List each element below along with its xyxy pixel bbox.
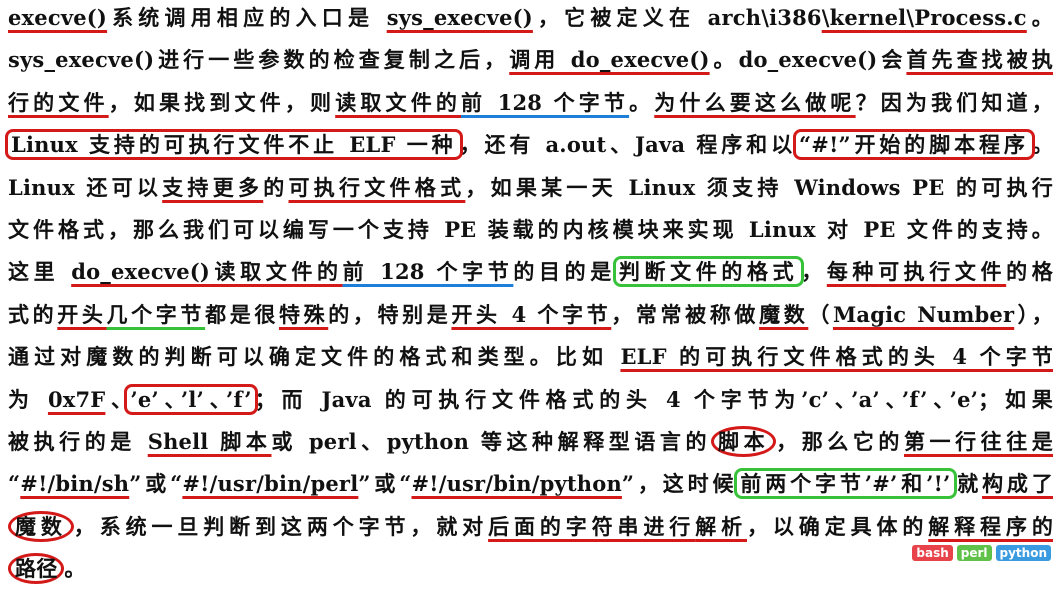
text-segment: ，如果找到文件，则 xyxy=(108,89,336,115)
annotated-text: 后面的字符串进行 xyxy=(488,513,696,539)
annotated-text: ELF 的可执行文件格式的头 4 个字节 xyxy=(620,344,1053,370)
text-segment: ，以确定具体的 xyxy=(747,513,929,539)
annotated-text: 魔数 xyxy=(759,301,809,327)
text-segment: ，系统一旦判断到这两个字节，就对 xyxy=(73,513,489,539)
annotated-text: 读取文件的 xyxy=(335,89,462,115)
text-segment: ”或“ xyxy=(358,471,412,497)
tag-bash: bash xyxy=(912,545,953,561)
text-line: Linux 支持的可执行文件不止 ELF 一种 ，还有 a.out、Java 程序… xyxy=(5,129,1054,161)
tag-list: bash perl python xyxy=(912,545,1051,561)
text-segment: 式的 xyxy=(8,301,58,327)
text-segment: 。 xyxy=(64,556,86,582)
text-line: Linux 还可以支持更多的可执行文件格式，如果某一天 Linux 须支持 Wi… xyxy=(8,172,1053,204)
text-segment: 。 xyxy=(629,89,655,115)
annotated-text: 调用 do_execve() xyxy=(509,47,710,73)
text-line: 行的文件，如果找到文件，则读取文件的前 128 个字节。为什么要这么做呢？因为我… xyxy=(8,87,1053,119)
text-segment: ？因为我们知道， xyxy=(855,89,1053,115)
text-segment: ）， xyxy=(1014,301,1053,327)
annotated-text: 开头 xyxy=(57,301,107,327)
annotated-text: execve() xyxy=(8,5,108,30)
text-segment: 的目的是 xyxy=(513,259,616,285)
text-segment: ；而 Java 的可执行文件格式的头 4 个字节为’c’、’a’、’f’、’e’… xyxy=(254,386,1053,412)
text-segment: 或 perl、python 等这种解释型语言的 xyxy=(271,429,712,454)
annotated-text: 几个字节 xyxy=(106,301,206,327)
text-segment: 通过对魔数的判断可以确定文件的格式和类型。比如 xyxy=(8,344,621,370)
text-segment: sys_execve()进行一些参数的检查复制之后， xyxy=(8,47,510,73)
text-segment: （ xyxy=(808,301,833,327)
text-segment: ，还有 a.out、Java 程序和以 xyxy=(459,132,796,158)
annotated-text: 可执行文件格式 xyxy=(288,174,466,200)
text-segment: 系统调用相应的入口是 xyxy=(107,5,387,30)
annotated-text: 为什么要这么做呢 xyxy=(654,89,856,115)
text-line: 这里 do_execve()读取文件的前 128 个字节的目的是 判断文件的格式，… xyxy=(8,256,1053,288)
annotated-text: 前 128 个字节 xyxy=(342,259,514,285)
annotated-text: 判断文件的格式 xyxy=(612,256,805,288)
annotated-text: 读取文件的 xyxy=(210,259,343,285)
annotated-text: #!/usr/bin/perl xyxy=(182,471,359,497)
text-segment: 文件格式，那么我们可以编写一个支持 PE 装载的内核模块来实现 Linux 对 … xyxy=(8,217,1053,242)
annotated-text: 前 128 个字节 xyxy=(461,89,630,115)
text-segment: 的格 xyxy=(1006,259,1053,285)
text-segment: 。 xyxy=(1026,5,1053,30)
text-segment: ”，这时候 xyxy=(621,471,738,497)
text-line: 文件格式，那么我们可以编写一个支持 PE 装载的内核模块来实现 Linux 对 … xyxy=(8,214,1053,246)
tag-python: python xyxy=(995,545,1051,561)
text-line: “#!/bin/sh”或“#!/usr/bin/perl”或“#!/usr/bi… xyxy=(8,468,1053,500)
annotated-text: 开头 4 个字节 xyxy=(451,301,612,327)
text-segment: Linux 还可以 xyxy=(8,174,163,200)
annotated-text: 行的文件 xyxy=(8,89,109,115)
text-segment: 就 xyxy=(953,471,983,497)
annotated-text: 前两个字节’#’和’!’ xyxy=(734,468,957,500)
text-segment: 。do_execve()会 xyxy=(709,47,907,73)
text-segment: 为 xyxy=(8,386,48,412)
document-page: execve()系统调用相应的入口是 sys_execve()，它被定义在 ar… xyxy=(0,0,1059,593)
text-segment: 。 xyxy=(1031,132,1054,158)
text-line: 式的开头几个字节都是很特殊的，特别是开头 4 个字节，常常被称做魔数（Magic… xyxy=(8,299,1053,331)
text-segment: 都是很 xyxy=(205,301,279,327)
text-segment: ，那么它的 xyxy=(776,429,904,454)
annotated-text: #!/usr/bin/python xyxy=(411,471,622,497)
text-segment: “ xyxy=(8,471,21,497)
text-segment: 的 xyxy=(263,174,289,200)
annotated-text: \kernel\Process.c xyxy=(821,5,1027,30)
annotated-text: 可执行文件 xyxy=(878,259,1007,285)
annotated-text: Shell 脚本 xyxy=(147,429,272,454)
text-segment: 的，特别是 xyxy=(328,301,452,327)
text-segment: ”或“ xyxy=(129,471,183,497)
text-segment: 被执行的是 xyxy=(8,429,148,454)
annotated-text: 脚本 xyxy=(711,426,777,457)
annotated-text: 解析 xyxy=(695,513,747,539)
annotated-text: “#!”开始的脚本程序 xyxy=(793,129,1035,161)
annotated-text: 支持更多 xyxy=(162,174,264,200)
text-segment: ，常常被称做 xyxy=(611,301,760,327)
text-segment: ，它被定义在 arch\i386 xyxy=(532,5,822,30)
text-line: 路径。 xyxy=(8,553,1053,585)
text-line: execve()系统调用相应的入口是 sys_execve()，它被定义在 ar… xyxy=(8,2,1053,34)
text-line: 通过对魔数的判断可以确定文件的格式和类型。比如 ELF 的可执行文件格式的头 4… xyxy=(8,341,1053,373)
annotated-text: 第一行往往是 xyxy=(903,429,1054,454)
annotated-text: 0x7F xyxy=(47,386,106,412)
annotated-text: 构成了 xyxy=(982,471,1054,497)
annotated-text: #!/bin/sh xyxy=(20,471,130,497)
annotated-text: 魔数 xyxy=(8,510,74,542)
annotated-text: 首先查找被执 xyxy=(906,47,1054,73)
text-segment: ， xyxy=(801,259,827,285)
text-line: 被执行的是 Shell 脚本或 perl、python 等这种解释型语言的 脚本，… xyxy=(8,426,1053,458)
text-segment: 这里 xyxy=(8,259,72,285)
annotated-text: Magic Number xyxy=(832,301,1015,327)
annotated-text: sys_execve() xyxy=(386,5,533,30)
annotated-text: ’e’、’l’、’f’ xyxy=(124,383,258,415)
annotated-text: Linux 支持的可执行文件不止 ELF 一种 xyxy=(5,129,463,161)
tag-perl: perl xyxy=(956,545,992,561)
text-segment: ，如果某一天 Linux 须支持 Windows PE 的可执行 xyxy=(465,174,1054,200)
annotated-text: 特殊 xyxy=(278,301,329,327)
text-line: 魔数 ，系统一旦判断到这两个字节，就对后面的字符串进行解析，以确定具体的解释程序的 xyxy=(8,510,1054,543)
annotated-text: do_execve() xyxy=(71,259,211,285)
annotated-text: 解释程序的 xyxy=(928,513,1054,539)
text-line: 为 0x7F、’e’、’l’、’f’ ；而 Java 的可执行文件格式的头 4 个… xyxy=(8,383,1053,416)
annotated-text: 路径 xyxy=(8,553,65,585)
text-segment: 、 xyxy=(105,386,128,412)
text-line: sys_execve()进行一些参数的检查复制之后，调用 do_execve()… xyxy=(8,44,1053,76)
annotated-text: 每种 xyxy=(826,259,879,285)
